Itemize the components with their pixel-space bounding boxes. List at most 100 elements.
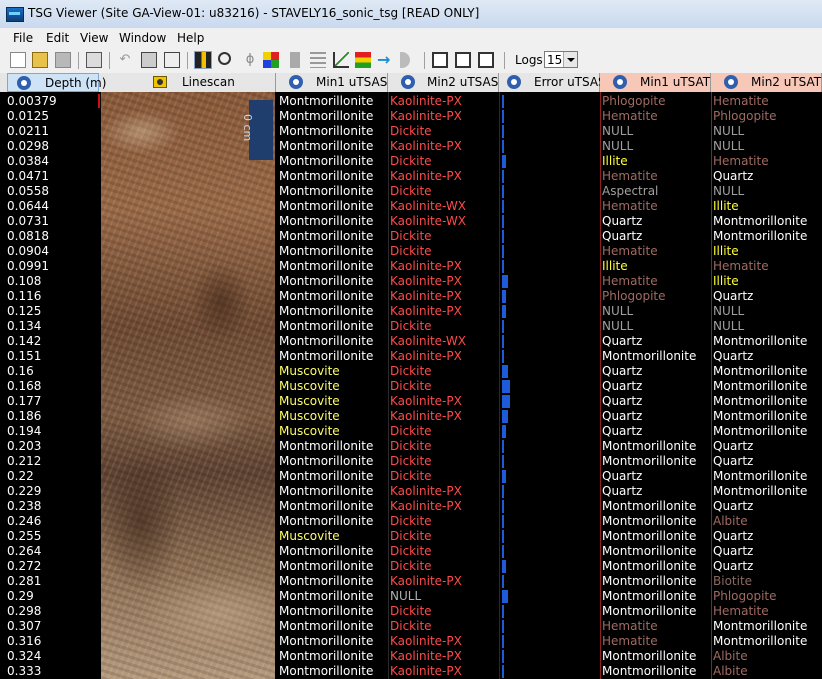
header-min1-utsas[interactable]: Min1 uTSAS [276, 73, 388, 92]
table-cell: NULL [602, 304, 634, 318]
print-icon[interactable] [86, 52, 102, 68]
table-cell: Montmorillonite [602, 499, 697, 513]
paste-icon[interactable] [164, 52, 180, 68]
table-cell: Dickite [390, 424, 432, 438]
table-cell: Montmorillonite [279, 274, 374, 288]
table-cell: Dickite [390, 439, 432, 453]
chart-icon[interactable] [333, 52, 349, 68]
table-cell: Montmorillonite [279, 109, 374, 123]
header-min1-utsat[interactable]: Min1 uTSAT [600, 73, 711, 92]
table-cell: 0.134 [7, 319, 42, 333]
table-cell: Hematite [602, 169, 658, 183]
copy-icon[interactable] [141, 52, 157, 68]
table-cell: 0.0384 [7, 154, 49, 168]
gear-icon[interactable] [401, 75, 415, 89]
window2-icon[interactable] [455, 52, 471, 68]
column-icon[interactable] [290, 52, 300, 68]
header-error-utsas[interactable]: Error uTSAS [499, 73, 606, 92]
table-cell: Kaolinite-PX [390, 349, 462, 363]
table-cell: Montmorillonite [279, 454, 374, 468]
table-cell: Illite [602, 259, 628, 273]
table-cell: Quartz [602, 424, 643, 438]
header-min2-utsat[interactable]: Min2 uTSAT [711, 73, 822, 92]
table-cell: Quartz [602, 364, 643, 378]
table-cell: Dickite [390, 364, 432, 378]
table-cell: NULL [713, 319, 745, 333]
zoom-icon[interactable] [218, 52, 231, 65]
undo-icon[interactable]: ↶ [117, 52, 133, 68]
open-icon[interactable] [32, 52, 48, 68]
table-cell: Dickite [390, 379, 432, 393]
table-cell: Kaolinite-PX [390, 484, 462, 498]
table-cell: Kaolinite-PX [390, 274, 462, 288]
gear-icon[interactable] [289, 75, 303, 89]
table-cell: 0.142 [7, 334, 42, 348]
table-cell: Illite [602, 154, 628, 168]
title-bar: TSG Viewer (Site GA-View-01: u83216) - S… [0, 0, 822, 28]
error-bar [502, 650, 504, 663]
color-icon[interactable] [263, 52, 279, 68]
table-cell: Montmorillonite [279, 94, 374, 108]
legend-icon[interactable] [355, 52, 371, 68]
error-bar [502, 470, 506, 483]
header-min2-utsas[interactable]: Min2 uTSAS [388, 73, 499, 92]
table-cell: NULL [713, 139, 745, 153]
menu-window[interactable]: Window [119, 31, 166, 45]
logs-select[interactable]: 15 [544, 51, 578, 68]
error-bar [502, 500, 504, 513]
error-bar [502, 590, 508, 603]
table-cell: Hematite [602, 274, 658, 288]
table-cell: Illite [713, 244, 739, 258]
gear-icon[interactable] [507, 75, 521, 89]
save-icon[interactable] [55, 52, 71, 68]
table-cell: Kaolinite-PX [390, 304, 462, 318]
error-bar [502, 455, 504, 468]
linescan-image[interactable]: 0 cm [101, 92, 275, 679]
error-bar [502, 230, 504, 243]
grid-icon[interactable] [310, 52, 326, 68]
table-cell: Montmorillonite [602, 574, 697, 588]
scale-tag: 0 cm [241, 100, 273, 160]
error-bar [502, 185, 504, 198]
table-cell: Kaolinite-PX [390, 409, 462, 423]
gear-icon[interactable] [17, 76, 31, 90]
menu-edit[interactable]: Edit [46, 31, 69, 45]
table-cell: Quartz [602, 214, 643, 228]
table-cell: Kaolinite-PX [390, 574, 462, 588]
menu-view[interactable]: View [80, 31, 108, 45]
table-cell: Dickite [390, 604, 432, 618]
window3-icon[interactable] [478, 52, 494, 68]
table-cell: 0.194 [7, 424, 42, 438]
table-cell: Montmorillonite [279, 559, 374, 573]
arrow-right-icon[interactable]: → [377, 52, 393, 68]
table-cell: NULL [602, 124, 634, 138]
table-cell: 0.0818 [7, 229, 49, 243]
error-bar [502, 530, 504, 543]
chevron-down-icon[interactable] [563, 52, 577, 67]
table-cell: 0.272 [7, 559, 42, 573]
lasso-icon[interactable]: ϕ [242, 52, 258, 68]
table-cell: 0.00379 [7, 94, 57, 108]
half-circle-icon[interactable] [400, 52, 410, 68]
table-cell: Dickite [390, 184, 432, 198]
gear-icon[interactable] [724, 75, 738, 89]
header-linescan[interactable]: Linescan [101, 73, 276, 92]
window-title: TSG Viewer (Site GA-View-01: u83216) - S… [28, 6, 480, 20]
window1-icon[interactable] [432, 52, 448, 68]
table-cell: Kaolinite-PX [390, 94, 462, 108]
menu-help[interactable]: Help [177, 31, 204, 45]
layout-icon[interactable] [194, 51, 212, 69]
new-icon[interactable] [10, 52, 26, 68]
table-cell: Montmorillonite [713, 424, 808, 438]
camera-icon[interactable] [153, 76, 167, 88]
table-cell: Kaolinite-PX [390, 169, 462, 183]
menu-file[interactable]: File [13, 31, 33, 45]
table-cell: Hematite [602, 244, 658, 258]
error-bar [502, 95, 504, 108]
log-view[interactable]: 0.00379 0.0125 0.0211 0.0298 0.0384 0.0471 0.0… [0, 92, 822, 679]
table-cell: Montmorillonite [279, 349, 374, 363]
table-cell: Montmorillonite [279, 169, 374, 183]
error-bar [502, 605, 504, 618]
gear-icon[interactable] [613, 75, 627, 89]
header-depth[interactable]: Depth (m) [7, 73, 106, 92]
